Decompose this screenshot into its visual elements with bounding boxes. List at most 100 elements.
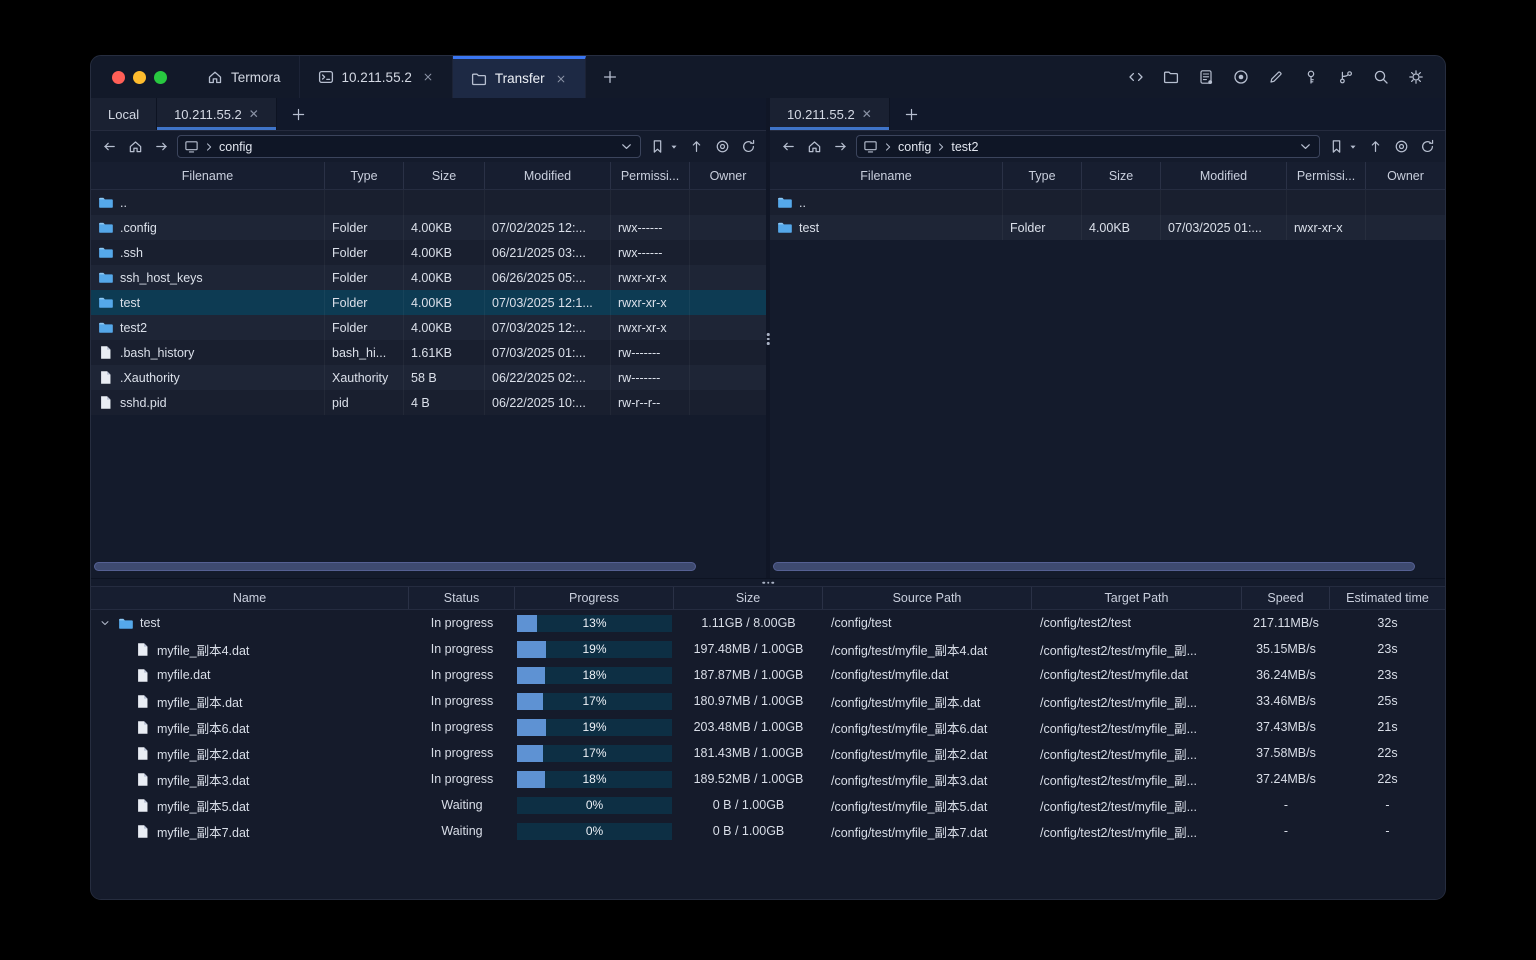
column-header-size[interactable]: Size bbox=[1082, 162, 1161, 189]
column-header-modified[interactable]: Modified bbox=[1161, 162, 1287, 189]
refresh-button[interactable] bbox=[1417, 137, 1437, 157]
new-panel-tab-button[interactable] bbox=[277, 98, 320, 130]
column-header-owner[interactable]: Owner bbox=[1366, 162, 1445, 189]
new-tab-button[interactable] bbox=[586, 56, 634, 98]
file-row[interactable]: .config Folder 4.00KB 07/02/2025 12:... … bbox=[91, 215, 766, 240]
file-row[interactable]: test Folder 4.00KB 07/03/2025 01:... rwx… bbox=[770, 215, 1445, 240]
tab-termora[interactable]: Termora bbox=[189, 56, 300, 98]
key-button[interactable] bbox=[1300, 66, 1322, 88]
file-row[interactable]: .. bbox=[770, 190, 1445, 215]
chevron-down-icon[interactable] bbox=[1298, 139, 1313, 154]
column-header-progress[interactable]: Progress bbox=[515, 587, 674, 609]
transfer-row[interactable]: myfile_副本4.dat In progress 19% 197.48MB … bbox=[91, 636, 1445, 662]
tab-remote-host[interactable]: 10.211.55.2 ✕ bbox=[770, 98, 890, 130]
back-button[interactable] bbox=[778, 137, 798, 157]
file-row[interactable]: sshd.pid pid 4 B 06/22/2025 10:... rw-r-… bbox=[91, 390, 766, 415]
scrollbar-thumb[interactable] bbox=[94, 562, 697, 571]
keychain-button[interactable] bbox=[1335, 66, 1357, 88]
column-header-permissions[interactable]: Permissi... bbox=[1287, 162, 1366, 189]
back-button[interactable] bbox=[99, 137, 119, 157]
file-row[interactable]: .. bbox=[91, 190, 766, 215]
home-button[interactable] bbox=[125, 137, 145, 157]
column-header-source-path[interactable]: Source Path bbox=[823, 587, 1032, 609]
scrollbar-thumb[interactable] bbox=[773, 562, 1416, 571]
path-segment[interactable]: config bbox=[898, 140, 931, 154]
file-row[interactable]: .Xauthority Xauthority 58 B 06/22/2025 0… bbox=[91, 365, 766, 390]
forward-button[interactable] bbox=[151, 137, 171, 157]
horizontal-splitter[interactable] bbox=[91, 578, 1445, 586]
close-icon[interactable] bbox=[555, 73, 567, 85]
file-row[interactable]: ssh_host_keys Folder 4.00KB 06/26/2025 0… bbox=[91, 265, 766, 290]
close-icon[interactable]: ✕ bbox=[249, 107, 259, 121]
upload-button[interactable] bbox=[686, 137, 706, 157]
folder-icon bbox=[777, 195, 792, 210]
transfer-row[interactable]: myfile_副本7.dat Waiting 0% 0 B / 1.00GB /… bbox=[91, 818, 1445, 844]
column-header-estimated-time[interactable]: Estimated time bbox=[1330, 587, 1445, 609]
forward-button[interactable] bbox=[830, 137, 850, 157]
settings-button[interactable] bbox=[1405, 66, 1427, 88]
folder-icon bbox=[98, 295, 113, 310]
close-icon[interactable]: ✕ bbox=[862, 107, 872, 121]
path-bar[interactable]: config bbox=[177, 135, 641, 158]
chevron-down-icon[interactable] bbox=[619, 139, 634, 154]
column-header-status[interactable]: Status bbox=[409, 587, 515, 609]
folder-button[interactable] bbox=[1160, 66, 1182, 88]
path-segment[interactable]: test2 bbox=[951, 140, 978, 154]
column-header-target-path[interactable]: Target Path bbox=[1032, 587, 1242, 609]
horizontal-scrollbar[interactable] bbox=[94, 562, 763, 571]
close-window-button[interactable] bbox=[112, 70, 125, 84]
caret-down-icon[interactable] bbox=[668, 141, 680, 153]
transfer-row[interactable]: test In progress 13% 1.11GB / 8.00GB /co… bbox=[91, 610, 1445, 636]
log-button[interactable] bbox=[1195, 66, 1217, 88]
transfer-row[interactable]: myfile_副本.dat In progress 17% 180.97MB /… bbox=[91, 688, 1445, 714]
transfer-row[interactable]: myfile.dat In progress 18% 187.87MB / 1.… bbox=[91, 662, 1445, 688]
refresh-button[interactable] bbox=[738, 137, 758, 157]
home-button[interactable] bbox=[804, 137, 824, 157]
show-hidden-button[interactable] bbox=[1391, 137, 1411, 157]
transfer-row[interactable]: myfile_副本5.dat Waiting 0% 0 B / 1.00GB /… bbox=[91, 792, 1445, 818]
transfer-row[interactable]: myfile_副本2.dat In progress 17% 181.43MB … bbox=[91, 740, 1445, 766]
file-row[interactable]: .bash_history bash_hi... 1.61KB 07/03/20… bbox=[91, 340, 766, 365]
transfer-row[interactable]: myfile_副本6.dat In progress 19% 203.48MB … bbox=[91, 714, 1445, 740]
minimize-window-button[interactable] bbox=[133, 70, 146, 84]
column-header-type[interactable]: Type bbox=[325, 162, 404, 189]
bookmark-button[interactable] bbox=[1326, 137, 1346, 157]
column-header-size[interactable]: Size bbox=[674, 587, 823, 609]
horizontal-scrollbar[interactable] bbox=[773, 562, 1442, 571]
zoom-window-button[interactable] bbox=[154, 70, 167, 84]
record-button[interactable] bbox=[1230, 66, 1252, 88]
column-header-speed[interactable]: Speed bbox=[1242, 587, 1330, 609]
column-header-owner[interactable]: Owner bbox=[690, 162, 766, 189]
path-bar[interactable]: config test2 bbox=[856, 135, 1320, 158]
caret-down-icon[interactable] bbox=[1347, 141, 1359, 153]
column-header-filename[interactable]: Filename bbox=[91, 162, 325, 189]
table-header: Filename Type Size Modified Permissi... … bbox=[770, 162, 1445, 190]
search-button[interactable] bbox=[1370, 66, 1392, 88]
tab-local[interactable]: Local bbox=[91, 98, 158, 130]
column-header-modified[interactable]: Modified bbox=[485, 162, 611, 189]
new-panel-tab-button[interactable] bbox=[890, 98, 933, 130]
transfer-row[interactable]: myfile_副本3.dat In progress 18% 189.52MB … bbox=[91, 766, 1445, 792]
chevron-down-icon[interactable] bbox=[99, 617, 111, 629]
tab-host-terminal[interactable]: 10.211.55.2 bbox=[300, 56, 453, 98]
bookmark-button[interactable] bbox=[647, 137, 667, 157]
edit-button[interactable] bbox=[1265, 66, 1287, 88]
close-icon[interactable] bbox=[422, 71, 434, 83]
path-segment[interactable]: config bbox=[219, 140, 252, 154]
file-row[interactable]: test2 Folder 4.00KB 07/03/2025 12:... rw… bbox=[91, 315, 766, 340]
column-header-permissions[interactable]: Permissi... bbox=[611, 162, 690, 189]
left-panel-tabs: Local 10.211.55.2 ✕ bbox=[91, 98, 766, 131]
tab-transfer[interactable]: Transfer bbox=[452, 56, 586, 98]
column-header-type[interactable]: Type bbox=[1003, 162, 1082, 189]
upload-button[interactable] bbox=[1365, 137, 1385, 157]
tab-remote-host[interactable]: 10.211.55.2 ✕ bbox=[157, 98, 277, 130]
show-hidden-button[interactable] bbox=[712, 137, 732, 157]
code-button[interactable] bbox=[1125, 66, 1147, 88]
column-header-filename[interactable]: Filename bbox=[770, 162, 1003, 189]
column-header-size[interactable]: Size bbox=[404, 162, 485, 189]
file-row[interactable]: .ssh Folder 4.00KB 06/21/2025 03:... rwx… bbox=[91, 240, 766, 265]
column-header-name[interactable]: Name bbox=[91, 587, 409, 609]
key-icon bbox=[1303, 69, 1319, 85]
bookmark-icon bbox=[650, 139, 665, 154]
file-row-selected[interactable]: test Folder 4.00KB 07/03/2025 12:1... rw… bbox=[91, 290, 766, 315]
